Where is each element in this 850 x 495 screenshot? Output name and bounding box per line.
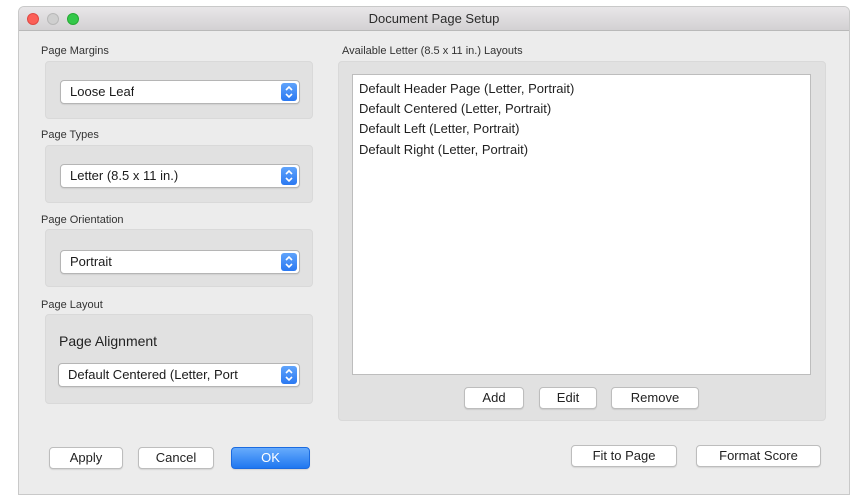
up-down-chevron-icon [281,253,297,271]
cancel-button[interactable]: Cancel [138,447,214,469]
window-title: Document Page Setup [368,11,500,26]
up-down-chevron-icon [281,167,297,185]
up-down-chevron-icon [281,83,297,101]
page-types-popup[interactable]: Letter (8.5 x 11 in.) [60,164,300,188]
document-page-setup-window: Document Page Setup Page Margins Loose L… [18,6,850,495]
page-margins-group: Loose Leaf [45,61,313,119]
page-alignment-popup[interactable]: Default Centered (Letter, Port [58,363,300,387]
fit-to-page-button[interactable]: Fit to Page [571,445,677,467]
list-item[interactable]: Default Right (Letter, Portrait) [359,142,528,157]
page-types-value: Letter (8.5 x 11 in.) [70,168,179,183]
page-orientation-group: Portrait [45,229,313,287]
page-margins-value: Loose Leaf [70,84,135,99]
available-layouts-label: Available Letter (8.5 x 11 in.) Layouts [342,45,523,57]
page-layout-label: Page Layout [41,299,103,311]
page-alignment-value: Default Centered (Letter, Port [68,367,238,382]
add-layout-button[interactable]: Add [464,387,524,409]
page-layout-group: Page Alignment Default Centered (Letter,… [45,314,313,404]
page-margins-label: Page Margins [41,45,109,57]
format-score-button[interactable]: Format Score [696,445,821,467]
layouts-list[interactable]: Default Header Page (Letter, Portrait) D… [352,74,811,375]
up-down-chevron-icon [281,366,297,384]
page-types-group: Letter (8.5 x 11 in.) [45,145,313,203]
title-bar: Document Page Setup [19,7,849,31]
edit-layout-button[interactable]: Edit [539,387,597,409]
page-orientation-popup[interactable]: Portrait [60,250,300,274]
list-item[interactable]: Default Header Page (Letter, Portrait) [359,81,574,96]
list-item[interactable]: Default Centered (Letter, Portrait) [359,101,551,116]
list-item[interactable]: Default Left (Letter, Portrait) [359,121,519,136]
page-orientation-value: Portrait [70,254,112,269]
page-orientation-label: Page Orientation [41,214,124,226]
available-layouts-group: Default Header Page (Letter, Portrait) D… [338,61,826,421]
remove-layout-button[interactable]: Remove [611,387,699,409]
page-alignment-label: Page Alignment [59,333,158,349]
apply-button[interactable]: Apply [49,447,123,469]
ok-button[interactable]: OK [231,447,310,469]
page-types-label: Page Types [41,129,99,141]
page-margins-popup[interactable]: Loose Leaf [60,80,300,104]
